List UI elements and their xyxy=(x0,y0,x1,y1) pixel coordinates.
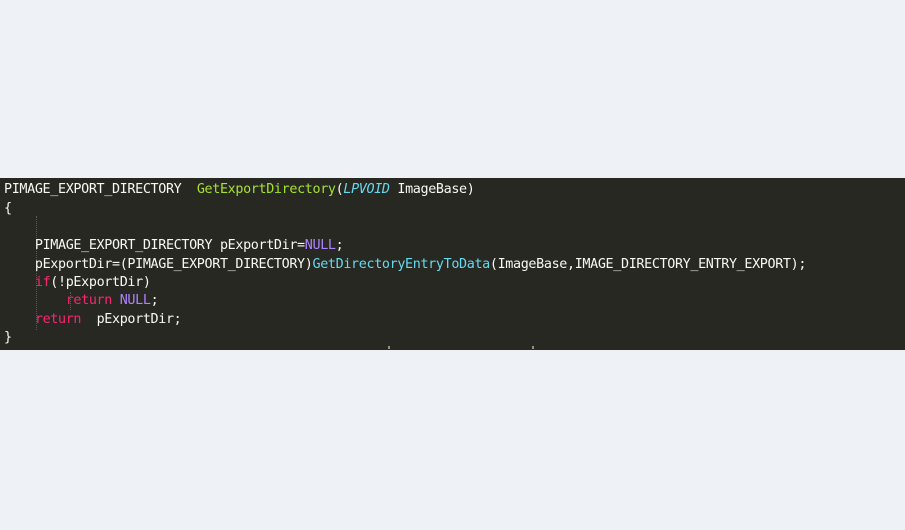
assignment-token: pExportDir=(PIMAGE_EXPORT_DIRECTORY) xyxy=(34,257,313,272)
return-expression-token: pExportDir; xyxy=(81,312,182,327)
code-editor-panel[interactable]: PIMAGE_EXPORT_DIRECTORY GetExportDirecto… xyxy=(0,178,905,350)
return-keyword-token: return xyxy=(65,293,113,308)
indent-token xyxy=(4,257,35,272)
parameter-name-token: ImageBase) xyxy=(389,182,475,197)
function-name-token: GetExportDirectory xyxy=(196,182,336,197)
indent-token xyxy=(4,293,66,308)
indent-token xyxy=(4,275,35,290)
code-line-function-signature: PIMAGE_EXPORT_DIRECTORY GetExportDirecto… xyxy=(4,180,475,199)
semicolon-token: ; xyxy=(150,293,159,308)
clipped-glyph xyxy=(388,346,390,349)
declaration-token: PIMAGE_EXPORT_DIRECTORY pExportDir= xyxy=(34,238,305,253)
code-line-close-brace: } xyxy=(4,328,12,347)
parameter-type-token: LPVOID xyxy=(343,182,390,197)
null-constant-token: NULL xyxy=(304,238,336,253)
if-keyword-token: if xyxy=(34,275,51,290)
open-brace-token: { xyxy=(4,201,12,216)
indent-token xyxy=(4,312,35,327)
null-constant-token: NULL xyxy=(119,293,151,308)
code-line-return-null: return NULL; xyxy=(4,291,159,310)
code-line-assignment: pExportDir=(PIMAGE_EXPORT_DIRECTORY)GetD… xyxy=(4,255,807,274)
condition-token: (!pExportDir) xyxy=(50,275,151,290)
indent-token xyxy=(4,238,35,253)
return-type-token: PIMAGE_EXPORT_DIRECTORY xyxy=(4,182,182,197)
return-keyword-token: return xyxy=(34,312,82,327)
code-line-open-brace: { xyxy=(4,199,12,218)
code-line-if-statement: if(!pExportDir) xyxy=(4,273,151,292)
clipped-next-line xyxy=(380,346,540,350)
code-line-return-value: return pExportDir; xyxy=(4,310,182,329)
call-arguments-token: (ImageBase,IMAGE_DIRECTORY_ENTRY_EXPORT)… xyxy=(489,257,807,272)
close-brace-token: } xyxy=(4,330,12,345)
code-line-declaration: PIMAGE_EXPORT_DIRECTORY pExportDir=NULL; xyxy=(4,236,344,255)
function-call-token: GetDirectoryEntryToData xyxy=(312,257,491,272)
clipped-glyph xyxy=(532,346,534,349)
semicolon-token: ; xyxy=(335,238,344,253)
